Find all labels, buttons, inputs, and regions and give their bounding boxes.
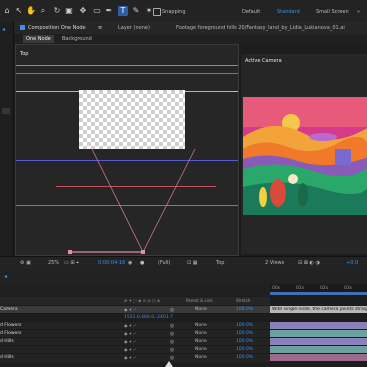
parent-select[interactable]: None [195, 331, 207, 336]
timeline-header: ◂ [0, 270, 367, 284]
layer-switch-icons[interactable]: ◉ ✦ ⟋ [124, 339, 136, 344]
viewer-label-active-camera: Active Camera [245, 58, 282, 64]
stretch-value[interactable]: 100.0% [236, 331, 253, 336]
frame-icons[interactable]: ▭ ⊞ ⌖ [64, 260, 79, 266]
stretch-value[interactable]: 100.0% [236, 339, 253, 344]
parent-column-label: Parent & Link [186, 298, 213, 303]
resolution-select[interactable]: (Full) [158, 260, 170, 266]
time-ruler[interactable]: 00s 01s 02s 03s [270, 284, 367, 296]
camera-point [141, 250, 145, 254]
layer-bar[interactable] [270, 338, 367, 345]
tick: 00s [272, 286, 281, 291]
timeline-column-header: ⊕ ✦ ⬚ ◈ ⊙ ◎ ⬡ ⊗ Parent & Link Stretch [0, 297, 270, 305]
layer-bar-camera[interactable]: With single node, the camera points stra… [270, 306, 367, 313]
stretch-value[interactable]: 100.0% [236, 347, 253, 352]
layer-switch-icons[interactable]: ◉ ✦ ⟋ [124, 355, 136, 360]
position-value[interactable]: 1551.0,480.0,-2401.7 [124, 315, 173, 320]
camera-note: With single node, the camera points stra… [272, 307, 367, 312]
camera-handle [68, 250, 72, 254]
timeline-ruler-bar: 00s 01s 02s 03s [0, 284, 367, 296]
layer-row[interactable]: d Hills ◉ ✦ ⟋ ◎ None 100.0% [0, 353, 270, 362]
layer-switch-icons[interactable]: ◉ ✦ ⟋ [124, 331, 136, 336]
stretch-column-label: Stretch [236, 298, 251, 303]
tick: 03s [344, 286, 353, 291]
castle [335, 149, 351, 165]
exposure-value[interactable]: +0.0 [346, 260, 358, 266]
layer-bar[interactable] [270, 354, 367, 361]
sky-top [243, 97, 367, 127]
collapse-arrow-icon[interactable] [165, 361, 173, 367]
stretch-value[interactable]: 100.0% [236, 307, 253, 312]
planet-ring [309, 133, 337, 141]
stretch-value[interactable]: 100.0% [236, 323, 253, 328]
parent-select[interactable]: None [195, 323, 207, 328]
layer-name: d Flowers [0, 323, 22, 328]
layer-switch-icons[interactable]: ◉ ✦ ⟋ [124, 307, 136, 312]
parent-select[interactable]: None [195, 307, 207, 312]
region-icons[interactable]: ⊡ ▦ [187, 260, 198, 266]
tick: 02s [320, 286, 329, 291]
flower [270, 179, 286, 207]
layer-name: d Hills [0, 355, 14, 360]
timecode[interactable]: 0:00:04:16 [98, 260, 125, 266]
parent-select[interactable]: None [195, 347, 207, 352]
color-icon[interactable]: ● [140, 260, 144, 266]
panel-arrow-icon[interactable]: ◂ [4, 273, 7, 280]
render-icons[interactable]: ⊟ ⊠ ◐ ◑ [298, 260, 320, 266]
plant [298, 183, 308, 207]
parent-select[interactable]: None [195, 339, 207, 344]
layer-switch-icons[interactable]: ◉ ✦ ⟋ [124, 347, 136, 352]
view-select[interactable]: Top [216, 260, 224, 266]
flower [259, 187, 267, 207]
snapshot-icon[interactable]: ◉ [128, 260, 132, 266]
viewer-icons[interactable]: ⚙ ▣ [20, 260, 31, 266]
parent-select[interactable]: None [195, 355, 207, 360]
fantasy-land-artwork [243, 97, 367, 215]
layer-bar[interactable] [270, 330, 367, 337]
work-area-bar[interactable] [270, 292, 367, 295]
switch-column-icons: ⊕ ✦ ⬚ ◈ ⊙ ◎ ⬡ ⊗ [124, 298, 161, 303]
character [288, 174, 298, 184]
layer-name: d Hills [0, 339, 14, 344]
layer-switch-icons[interactable]: ◉ ✦ ⟋ [124, 323, 136, 328]
tick: 01s [296, 286, 305, 291]
viewer-status-bar: ⚙ ▣ 25% ▭ ⊞ ⌖ 0:00:04:16 ◉ ● (Full) ⊡ ▦ … [0, 256, 367, 271]
active-camera-viewer[interactable]: Active Camera [239, 54, 367, 254]
layer-name: d Flowers [0, 331, 22, 336]
frustum-line-right [142, 148, 196, 253]
views-select[interactable]: 2 Views [265, 260, 284, 266]
stretch-value[interactable]: 100.0% [236, 355, 253, 360]
zoom-select[interactable]: 25% [48, 260, 59, 266]
frustum-line-left [91, 148, 144, 253]
layer-bar[interactable] [270, 346, 367, 353]
layer-bar[interactable] [270, 322, 367, 329]
layer-name: Camera [0, 307, 18, 312]
